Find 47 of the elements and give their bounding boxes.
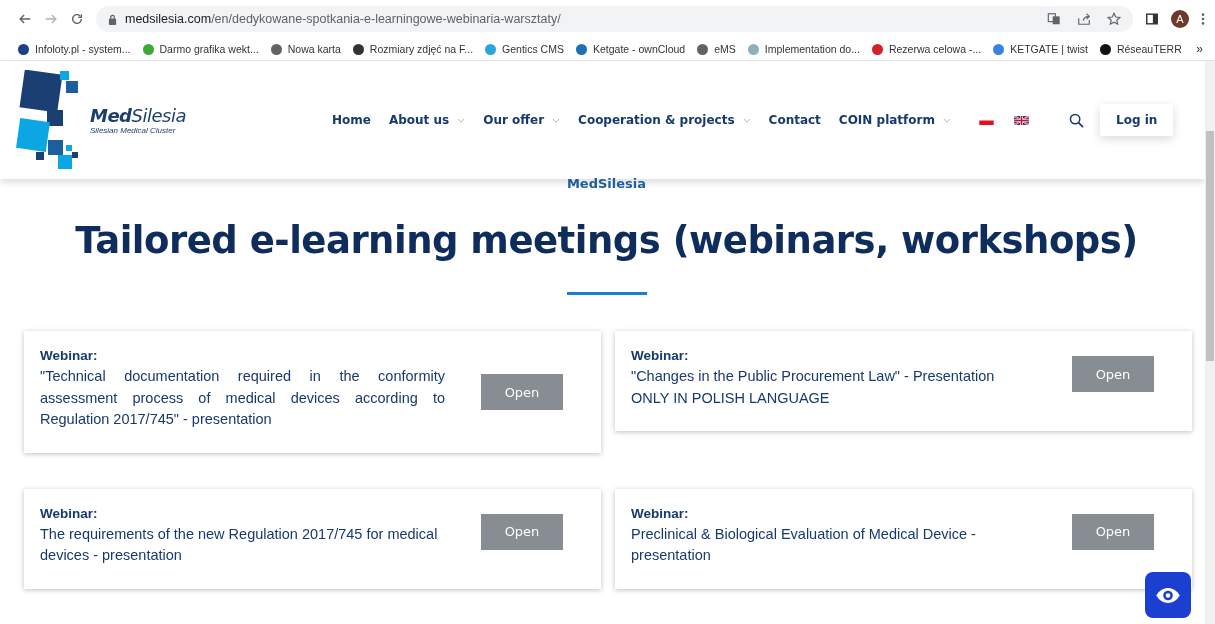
card-description: Preclinical & Biological Evaluation of Medical Device - presentation [631,524,977,565]
bookmark[interactable]: Implementation do... [747,43,860,55]
bookmarks-overflow[interactable]: » [1196,42,1203,56]
card-label: Webinar: [631,505,690,521]
uk-flag-icon[interactable] [1014,115,1029,125]
section-overline: MedSilesia [565,176,648,191]
card-description: "Technical documentation required in the conformity assessment process of medical devices according to Regulation 2017/745" - presentation [40,367,445,429]
nav-link[interactable]: Our offer [483,113,561,127]
card-label: Webinar: [631,348,690,363]
bookmark[interactable]: Rozmiary zdjęć na F... [352,43,474,55]
login-button[interactable]: Log in [1100,104,1174,136]
nav-link[interactable]: COIN platform [838,113,951,127]
accessibility-button[interactable] [1145,572,1191,618]
nav-link[interactable]: Cooperation & projects [578,113,751,127]
lock-icon [108,13,117,25]
nav-link[interactable]: About us [388,113,466,127]
scrollbar[interactable] [1205,61,1215,624]
bookmark[interactable]: Gentics CMS [485,43,564,55]
card-description: "Changes in the Public Procurement Law" - Presentation ONLY IN POLISH LANGUAGE [631,367,996,408]
eye-icon [1155,586,1181,604]
logo-tagline: Silesian Medical Cluster [90,126,177,135]
menu-icon[interactable] [1201,12,1205,26]
side-panel-icon[interactable] [1145,12,1159,26]
bookmark[interactable]: KETGATE | twist [993,43,1088,55]
nav-link[interactable]: Contact [768,113,821,127]
bookmark[interactable]: Darmo grafika wekt... [142,43,259,55]
bookmark[interactable]: Ketgate - ownCloud [575,43,686,55]
bookmark[interactable]: RéseauTERR [1099,43,1182,55]
search-icon[interactable] [1069,112,1084,128]
bookmark[interactable]: eMS [697,43,736,55]
bookmark[interactable]: Infoloty.pl - system... [18,43,131,55]
translate-icon[interactable] [1047,12,1061,26]
page-title: Tailored e-learning meetings (webinars, workshops) [74,219,1139,262]
share-icon[interactable] [1077,12,1091,26]
profile-avatar[interactable]: A [1171,10,1189,28]
card-label: Webinar: [40,505,99,521]
star-icon[interactable] [1107,12,1121,26]
reload-icon[interactable] [70,12,84,26]
bookmark[interactable]: Nowa karta [270,43,341,55]
nav-link[interactable]: Home [332,113,371,127]
back-icon[interactable] [18,12,32,26]
card-description: The requirements of the new Regulation 2017/745 for medical devices - presentation [40,524,439,565]
bookmark[interactable]: Rezerwa celowa -... [871,43,982,55]
logo-icon [14,70,80,170]
address-bar[interactable]: medsilesia.com/en/dedykowane-spotkania-e-learningowe-webinaria-warsztaty/ [96,6,1133,32]
logo-name: MedSilesia [90,105,186,126]
card-label: Webinar: [40,348,99,363]
